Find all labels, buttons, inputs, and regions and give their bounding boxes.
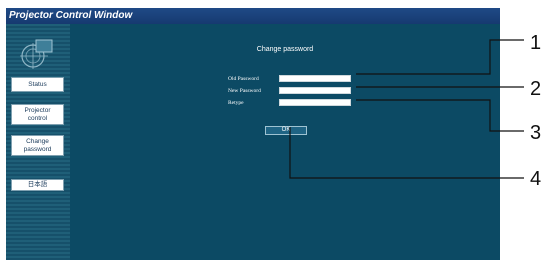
callout-number-1: 1 (530, 32, 542, 54)
sidebar-item-change-password[interactable]: Change password (11, 135, 64, 156)
sidebar-item-label: 日本語 (27, 181, 48, 189)
page-title: Change password (256, 46, 314, 53)
new-password-field[interactable] (279, 87, 351, 94)
sidebar: Status Projector control Change password… (6, 24, 70, 260)
callout-number-2: 2 (530, 78, 542, 100)
projector-logo-icon (20, 39, 53, 69)
sidebar-item-projector-control[interactable]: Projector control (11, 104, 64, 125)
ok-button[interactable]: OK (265, 126, 307, 135)
retype-password-field[interactable] (279, 99, 351, 106)
sidebar-item-label: Projector control (24, 107, 51, 122)
retype-password-label: Retype (228, 100, 244, 106)
sidebar-item-status[interactable]: Status (11, 77, 64, 92)
new-password-label: New Password (228, 88, 261, 94)
old-password-label: Old Password (228, 76, 259, 82)
old-password-field[interactable] (279, 75, 351, 82)
sidebar-item-label: Status (28, 80, 47, 88)
main-content: Change password Old Password New Passwor… (70, 24, 500, 260)
callout-number-4: 4 (530, 168, 542, 190)
sidebar-item-language[interactable]: 日本語 (11, 179, 64, 191)
sidebar-item-label: Change password (23, 138, 52, 153)
projector-control-window: Projector Control Window Status Projecto… (6, 8, 500, 260)
window-title: Projector Control Window (6, 8, 500, 24)
callout-number-3: 3 (530, 122, 542, 144)
